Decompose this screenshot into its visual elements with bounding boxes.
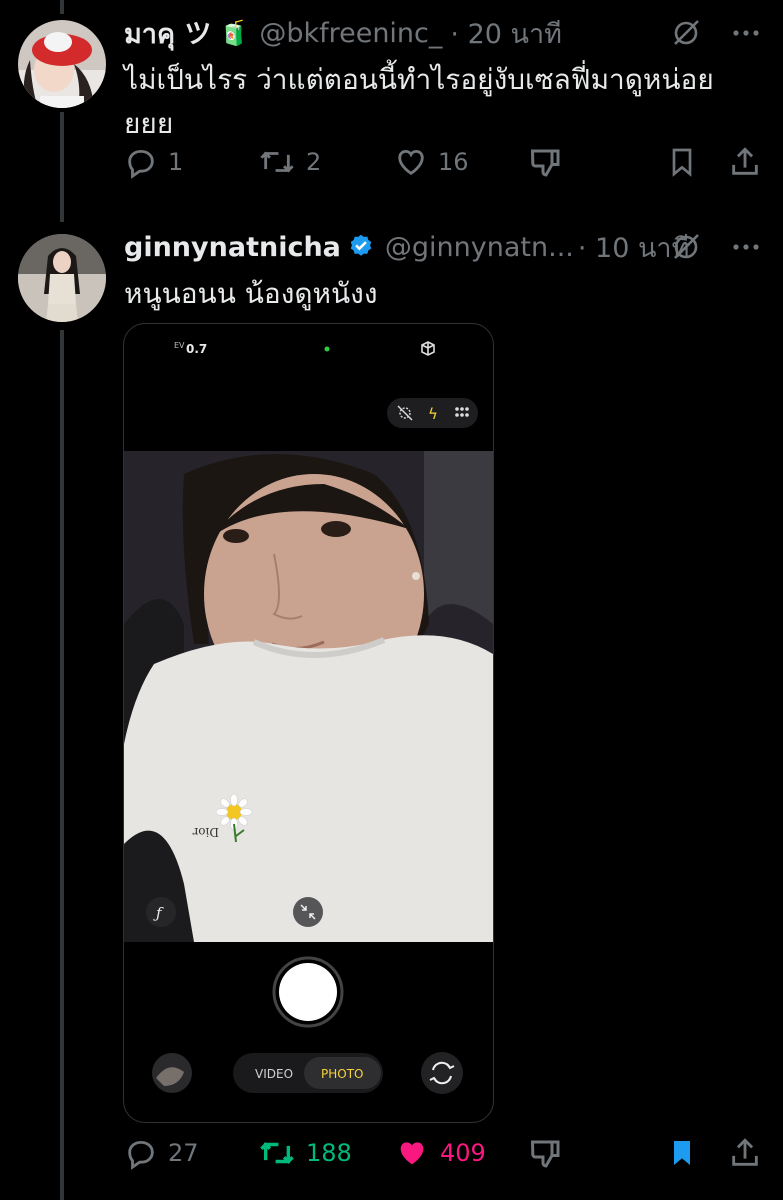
more-icon[interactable]: [731, 18, 761, 48]
camera-active-dot: [324, 346, 330, 352]
verified-badge-icon: [350, 234, 372, 256]
reply-count: 1: [168, 148, 184, 176]
like-icon: [400, 1142, 424, 1165]
like-icon: [398, 149, 424, 176]
avatar-bkfreeninc[interactable]: [18, 20, 106, 108]
reply-button[interactable]: 27: [124, 1136, 199, 1170]
ev-value: 0.7: [186, 342, 207, 356]
grok-icon[interactable]: [671, 18, 701, 48]
reply-button[interactable]: 1: [124, 145, 183, 179]
cube-icon: [421, 341, 435, 356]
share-icon: [732, 1138, 758, 1166]
collapse-button: [293, 897, 323, 927]
handle[interactable]: @ginnynatn...: [385, 232, 574, 263]
downvote-icon: [530, 149, 560, 177]
tweet1-header: มาคุ ツ 🧃 @bkfreeninc_ · 20 นาที: [124, 14, 562, 52]
repost-count: 2: [306, 148, 322, 176]
tweet2-actions: 27 188 409: [124, 1136, 763, 1176]
tweet1-header-icons: [671, 18, 761, 48]
like-button[interactable]: 16: [394, 145, 469, 179]
bookmark-button[interactable]: [666, 1136, 698, 1170]
shutter-button: [279, 963, 337, 1021]
reply-count: 27: [168, 1139, 199, 1167]
selfie-viewfinder: Dior: [124, 451, 493, 942]
bookmark-icon: [674, 1141, 690, 1165]
thread-line-1: [60, 112, 64, 222]
downvote-button[interactable]: [528, 1136, 564, 1172]
grok-icon[interactable]: [671, 232, 701, 262]
more-icon[interactable]: [731, 232, 761, 262]
shirt-logo-text: Dior: [192, 825, 219, 839]
ev-label: EV: [174, 341, 185, 350]
repost-button[interactable]: 188: [258, 1136, 352, 1170]
tweet2-header: ginnynatnicha @ginnynatn... · 10 นาที: [124, 228, 689, 266]
share-button[interactable]: [728, 145, 762, 179]
downvote-button[interactable]: [528, 145, 564, 181]
tweet1-actions: 1 2 16: [124, 145, 763, 185]
like-button[interactable]: 409: [394, 1136, 486, 1170]
display-name[interactable]: มาคุ ツ: [124, 12, 211, 55]
mode-photo: PHOTO: [321, 1067, 363, 1081]
bookmark-button[interactable]: [666, 145, 698, 179]
bookmark-icon: [672, 148, 692, 177]
display-name[interactable]: ginnynatnicha: [124, 232, 341, 263]
repost-button[interactable]: 2: [258, 145, 321, 179]
share-button[interactable]: [728, 1136, 762, 1170]
repost-icon: [260, 1142, 294, 1164]
thread-line-top: [60, 0, 64, 14]
flash-auto-icon: ϟ: [428, 405, 438, 423]
like-count: 409: [440, 1139, 486, 1167]
reply-icon: [128, 1140, 154, 1170]
tweet2-header-icons: [671, 232, 761, 262]
repost-count: 188: [306, 1139, 352, 1167]
downvote-icon: [530, 1140, 560, 1168]
tweet1-text: ไม่เป็นไรร ว่าแต่ตอนนี้ทำไรอยู่งับเซลฟี่…: [124, 63, 714, 140]
flip-camera-button: [421, 1052, 463, 1094]
tweet-media-image[interactable]: EV 0.7 ϟ Dior ƒ VIDEO PHOTO: [123, 323, 494, 1123]
handle[interactable]: @bkfreeninc_: [259, 18, 442, 49]
repost-icon: [260, 151, 294, 173]
tweet2-text: หนูนอนน น้องดูหนังง: [124, 277, 378, 310]
like-count: 16: [438, 148, 469, 176]
avatar-ginnynatnicha[interactable]: [18, 234, 106, 322]
share-icon: [732, 147, 758, 175]
juice-box-emoji: 🧃: [219, 19, 250, 47]
timestamp[interactable]: · 20 นาที: [450, 12, 562, 55]
thread-line-2: [60, 330, 64, 1200]
mode-video: VIDEO: [255, 1067, 293, 1081]
reply-icon: [128, 149, 154, 179]
